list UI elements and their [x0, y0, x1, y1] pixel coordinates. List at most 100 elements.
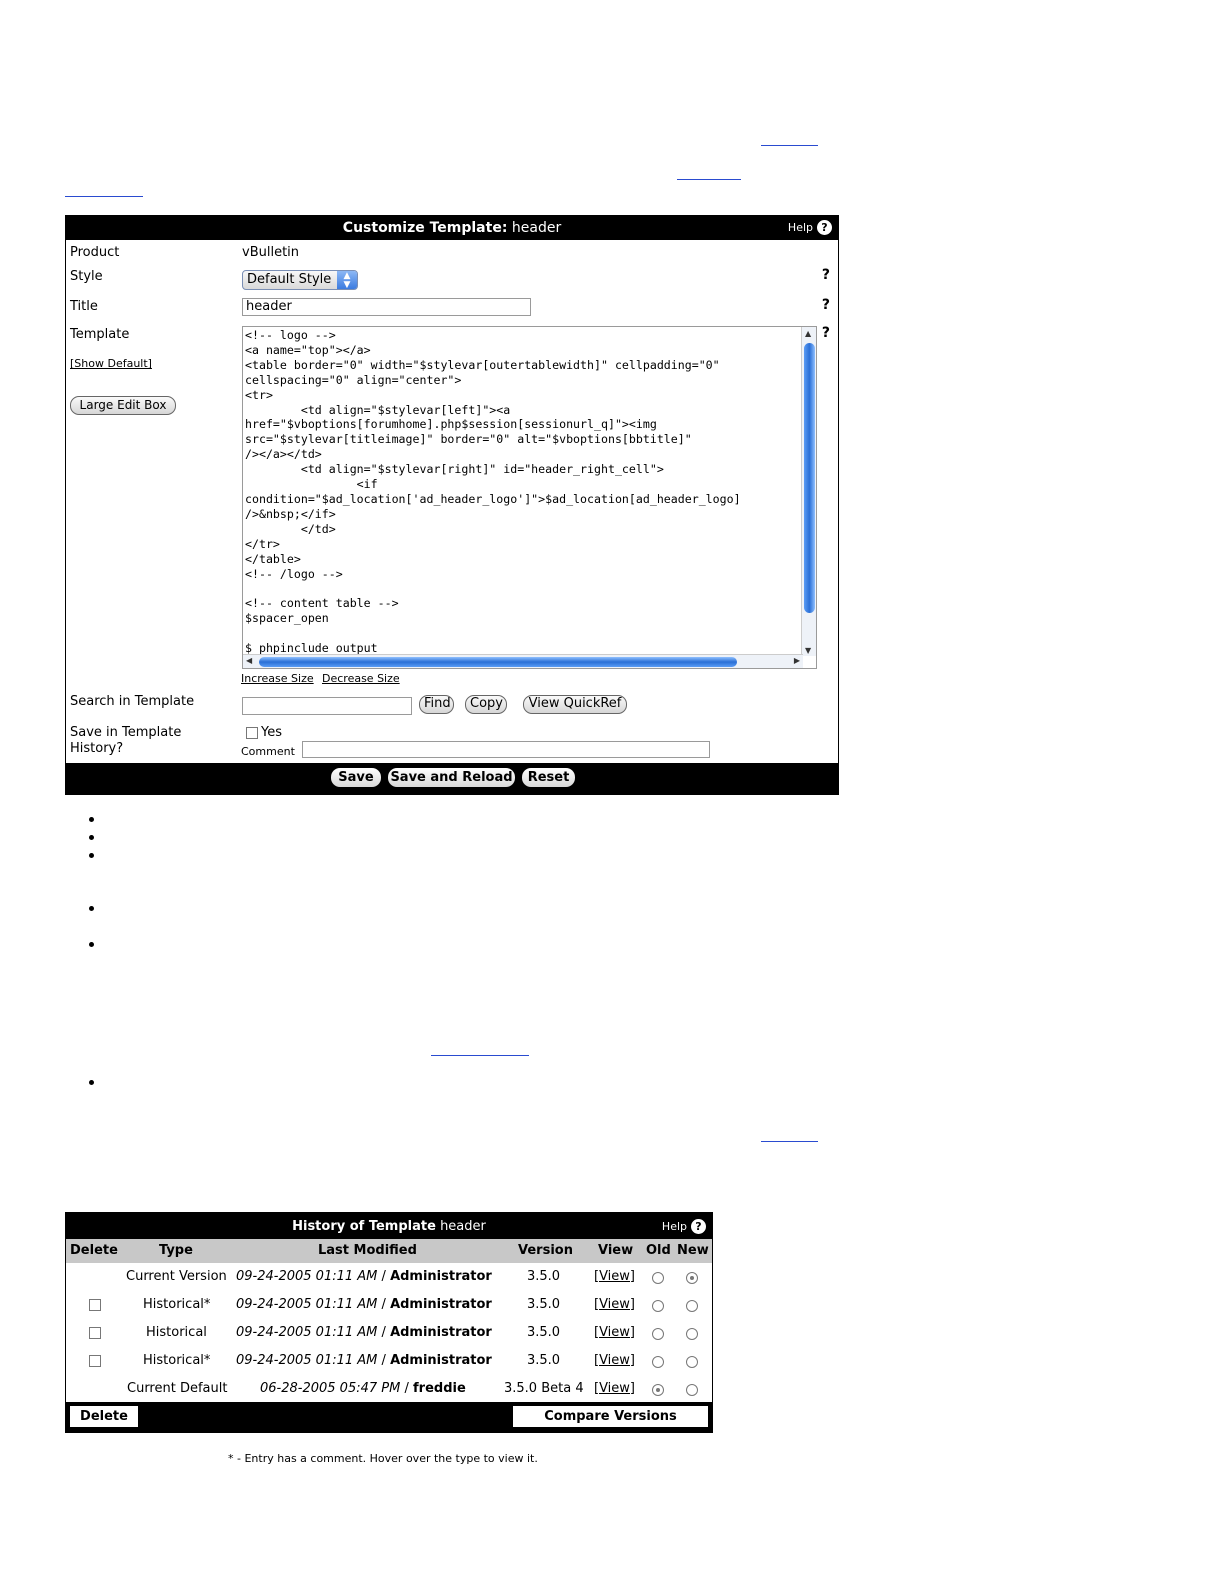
- row-last-modified: 09-24-2005 01:11 AM / Administrator: [236, 1297, 492, 1312]
- template-textarea[interactable]: <!-- logo --> <a name="top"></a> <table …: [242, 326, 817, 669]
- row-view-link[interactable]: [View]: [594, 1353, 635, 1368]
- list-bullet: [89, 906, 94, 911]
- history-footnote: * - Entry has a comment. Hover over the …: [228, 1452, 538, 1465]
- horizontal-scrollbar[interactable]: ◀ ▶: [243, 654, 803, 668]
- row-new-radio[interactable]: [686, 1328, 698, 1340]
- col-old: Old: [646, 1243, 671, 1258]
- product-value: vBulletin: [242, 245, 300, 260]
- row-type[interactable]: Historical*: [143, 1353, 210, 1368]
- horizontal-scroll-thumb[interactable]: [259, 657, 737, 667]
- history-header-row: Delete Type Last Modified Version View O…: [66, 1239, 712, 1263]
- row-new-radio[interactable]: [686, 1384, 698, 1396]
- row-type[interactable]: Historical: [146, 1325, 207, 1340]
- row-view-link[interactable]: [View]: [594, 1325, 635, 1340]
- row-last-modified: 09-24-2005 01:11 AM / Administrator: [236, 1325, 492, 1340]
- history-footer: Delete Compare Versions: [66, 1402, 712, 1432]
- row-old-radio[interactable]: [652, 1328, 664, 1340]
- copy-button[interactable]: Copy: [465, 695, 507, 714]
- row-new-radio[interactable]: [686, 1272, 698, 1284]
- style-select[interactable]: Default Style ▲ ▼: [242, 270, 358, 290]
- style-help-icon[interactable]: ?: [822, 267, 830, 283]
- row-delete-checkbox[interactable]: [89, 1327, 101, 1339]
- row-view-link[interactable]: [View]: [594, 1381, 635, 1396]
- row-delete-checkbox[interactable]: [89, 1355, 101, 1367]
- row-old-radio[interactable]: [652, 1300, 664, 1312]
- row-old-radio[interactable]: [652, 1384, 664, 1396]
- search-input[interactable]: [242, 697, 412, 715]
- decrease-size-link[interactable]: Decrease Size: [322, 672, 400, 685]
- list-bullet: [89, 942, 94, 947]
- row-new-radio[interactable]: [686, 1300, 698, 1312]
- customize-title: Customize Template: header: [342, 220, 562, 236]
- row-type[interactable]: Historical*: [143, 1297, 210, 1312]
- row-view-link[interactable]: [View]: [594, 1297, 635, 1312]
- find-button[interactable]: Find: [419, 695, 454, 714]
- reset-button[interactable]: Reset: [522, 768, 575, 787]
- row-last-modified: 09-24-2005 01:11 AM / Administrator: [236, 1353, 492, 1368]
- row-version: 3.5.0: [527, 1353, 561, 1368]
- row-old-radio[interactable]: [652, 1356, 664, 1368]
- template-help-icon[interactable]: ?: [822, 325, 830, 341]
- row-version: 3.5.0: [527, 1297, 561, 1312]
- col-type: Type: [159, 1243, 193, 1258]
- col-view: View: [598, 1243, 634, 1258]
- link-underline[interactable]: [761, 1141, 818, 1142]
- row-view-link[interactable]: [View]: [594, 1269, 635, 1284]
- row-type[interactable]: Current Default: [127, 1381, 227, 1396]
- row-old-radio[interactable]: [652, 1272, 664, 1284]
- template-history-table: History of Template header Help? Delete …: [65, 1212, 713, 1433]
- scroll-up-icon[interactable]: ▲: [805, 329, 811, 338]
- updown-arrows-icon: ▲ ▼: [337, 271, 357, 290]
- col-delete: Delete: [70, 1243, 118, 1258]
- list-bullet: [89, 1080, 94, 1085]
- scroll-right-icon[interactable]: ▶: [794, 656, 800, 665]
- template-label: Template: [70, 327, 130, 342]
- save-button[interactable]: Save: [331, 768, 381, 787]
- link-underline[interactable]: [761, 145, 818, 146]
- increase-size-link[interactable]: Increase Size: [241, 672, 314, 685]
- list-bullet: [89, 853, 94, 858]
- save-history-checkbox[interactable]: [246, 727, 258, 739]
- yes-label: Yes: [261, 725, 282, 740]
- vertical-scrollbar[interactable]: ▲ ▼: [801, 327, 816, 656]
- scroll-down-icon[interactable]: ▼: [805, 646, 811, 655]
- delete-button[interactable]: Delete: [70, 1406, 138, 1427]
- comment-label: Comment: [241, 745, 295, 758]
- row-delete-checkbox[interactable]: [89, 1299, 101, 1311]
- help-button[interactable]: Help?: [788, 220, 832, 235]
- compare-versions-button[interactable]: Compare Versions: [513, 1406, 708, 1427]
- history-title-bar: History of Template header Help?: [66, 1213, 712, 1239]
- customize-footer: Save Save and Reload Reset: [66, 763, 838, 794]
- scroll-left-icon[interactable]: ◀: [246, 656, 252, 665]
- link-underline[interactable]: [431, 1055, 529, 1056]
- row-version: 3.5.0 Beta 4: [504, 1381, 584, 1396]
- col-last-modified: Last Modified: [318, 1243, 417, 1258]
- style-label: Style: [70, 269, 103, 284]
- row-last-modified: 06-28-2005 05:47 PM / freddie: [260, 1381, 466, 1396]
- row-new-radio[interactable]: [686, 1356, 698, 1368]
- help-icon: ?: [817, 220, 832, 235]
- history-title: History of Template header: [292, 1219, 486, 1234]
- row-last-modified: 09-24-2005 01:11 AM / Administrator: [236, 1269, 492, 1284]
- link-underline[interactable]: [677, 179, 741, 180]
- row-version: 3.5.0: [527, 1325, 561, 1340]
- comment-input[interactable]: [302, 741, 710, 758]
- large-edit-box-button[interactable]: Large Edit Box: [70, 396, 176, 415]
- title-label: Title: [70, 299, 98, 314]
- title-input[interactable]: header: [242, 298, 531, 316]
- history-help-button[interactable]: Help?: [662, 1219, 706, 1234]
- save-history-label: Save in Template: [70, 725, 182, 740]
- show-default-link[interactable]: [Show Default]: [70, 357, 152, 370]
- col-version: Version: [518, 1243, 573, 1258]
- customize-title-bar: Customize Template: header Help?: [66, 216, 838, 240]
- link-underline[interactable]: [65, 196, 143, 197]
- template-code[interactable]: <!-- logo --> <a name="top"></a> <table …: [245, 328, 801, 654]
- save-and-reload-button[interactable]: Save and Reload: [388, 768, 515, 787]
- customize-template-panel: Customize Template: header Help? Product…: [65, 215, 839, 795]
- list-bullet: [89, 817, 94, 822]
- view-quickref-button[interactable]: View QuickRef: [523, 695, 627, 714]
- title-help-icon[interactable]: ?: [822, 297, 830, 313]
- vertical-scroll-thumb[interactable]: [804, 343, 815, 613]
- row-version: 3.5.0: [527, 1269, 561, 1284]
- row-type[interactable]: Current Version: [126, 1269, 227, 1284]
